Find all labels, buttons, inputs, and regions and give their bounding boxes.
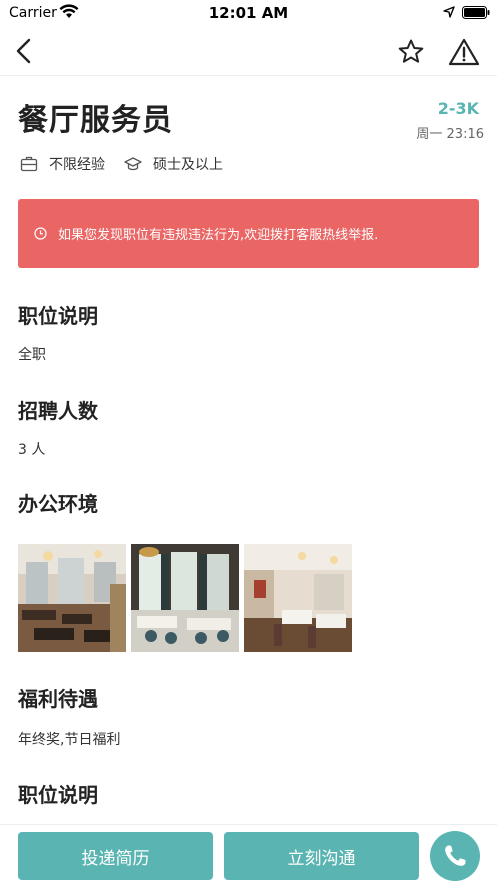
warning-icon[interactable]	[448, 37, 480, 67]
location-arrow-icon	[443, 6, 455, 18]
nav-bar	[0, 26, 497, 76]
briefcase-icon	[20, 156, 38, 172]
submit-resume-button[interactable]: 投递简历	[18, 832, 213, 880]
back-icon[interactable]	[12, 37, 38, 65]
post-time: 周一 23:16	[416, 127, 484, 142]
report-alert-banner: 如果您发现职位有违规违法行为,欢迎拨打客服热线举报.	[18, 199, 479, 268]
alert-text: 如果您发现职位有违规违法行为,欢迎拨打客服热线举报.	[58, 228, 379, 243]
section-body-headcount: 3 人	[18, 442, 46, 458]
section-title-headcount: 招聘人数	[18, 399, 98, 423]
office-photo[interactable]	[244, 544, 352, 652]
section-title-environment: 办公环境	[18, 492, 98, 516]
phone-icon	[445, 845, 466, 866]
section-body-benefits: 年终奖,节日福利	[18, 732, 121, 748]
section-title-description: 职位说明	[18, 304, 98, 328]
bottom-action-bar: 投递简历 立刻沟通	[0, 824, 497, 883]
status-time: 12:01 AM	[208, 4, 289, 22]
education-tag: 硕士及以上	[124, 153, 223, 175]
status-bar: Carrier 12:01 AM	[0, 0, 497, 26]
section-title-description-2: 职位说明	[18, 783, 98, 807]
call-button[interactable]	[430, 831, 480, 881]
education-label: 硕士及以上	[153, 157, 223, 173]
job-title: 餐厅服务员	[18, 103, 173, 138]
experience-label: 不限经验	[49, 157, 105, 173]
salary-label: 2-3K	[437, 99, 479, 118]
chat-now-button[interactable]: 立刻沟通	[224, 832, 419, 880]
office-photo[interactable]	[131, 544, 239, 652]
section-body-description: 全职	[18, 347, 46, 363]
section-title-benefits: 福利待遇	[18, 687, 98, 711]
experience-tag: 不限经验	[20, 153, 105, 175]
office-photo[interactable]	[18, 544, 126, 652]
battery-icon	[462, 6, 490, 19]
clock-icon	[34, 227, 47, 240]
star-icon[interactable]	[397, 38, 425, 66]
graduation-cap-icon	[124, 157, 142, 171]
